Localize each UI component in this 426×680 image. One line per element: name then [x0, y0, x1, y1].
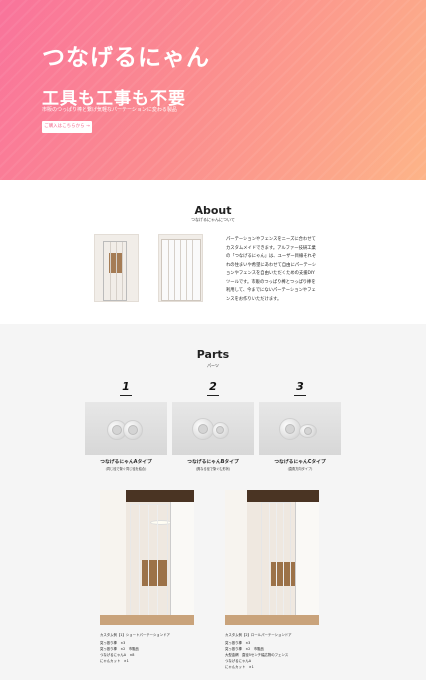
brand-title: つなげるにゃん [42, 45, 210, 71]
part-note-c: (直角方向タイプ) [287, 467, 313, 471]
example-photo-1 [100, 490, 194, 625]
about-section: About つなげるにゃんについて [0, 180, 426, 324]
part-name-b: つなげるにゃんBタイプ [187, 460, 239, 465]
about-body: パーテーションやフェンスをニーズに合わせてカスタムメイドできます。アルファー技研… [226, 237, 317, 302]
hero-banner: つなげるにゃん 工具も工事も不要 市販のつっぱり棒と繋げ気軽なパーテーションに変… [0, 0, 426, 180]
part-name-a: つなげるにゃんAタイプ [100, 460, 152, 465]
hero-subline: 市販のつっぱり棒と繋げ気軽なパーテーションに変わる製品 [42, 107, 177, 113]
parts-title: Parts [196, 348, 230, 361]
part-image-a [85, 402, 167, 455]
part-number-underline [120, 395, 132, 396]
part-image-b [172, 402, 254, 455]
part-number-underline [294, 395, 306, 396]
parts-subtitle: パーツ [207, 363, 219, 368]
part-number-underline [207, 395, 219, 396]
purchase-button[interactable]: ご購入はこちらから → [42, 121, 92, 133]
about-title: About [194, 204, 232, 217]
part-name-c: つなげるにゃんCタイプ [274, 460, 326, 465]
example-caption-2: カスタム例【2】ロールパーテーションドア [225, 633, 292, 637]
part-image-c [259, 402, 341, 455]
part-number-1: 1 [122, 380, 130, 393]
example-caption-1: カスタム例【1】ショートパーテーションドア [100, 633, 170, 637]
example-spec-line: にゃんカット ×1 [225, 665, 254, 669]
example-photo-2 [225, 490, 319, 625]
part-note-b: (異なる径で繋ぐむ形状) [195, 467, 231, 471]
about-photo-1 [94, 234, 139, 302]
about-subtitle: つなげるにゃんについて [191, 217, 235, 222]
about-photo-2 [158, 234, 203, 302]
part-number-2: 2 [209, 380, 217, 393]
part-number-3: 3 [296, 380, 304, 393]
example-spec-line: にゃんカット ×1 [100, 659, 129, 663]
parts-section: Parts パーツ [0, 324, 426, 680]
part-note-a: (同じ径で繋ぐ同じ径を結合) [105, 467, 147, 471]
